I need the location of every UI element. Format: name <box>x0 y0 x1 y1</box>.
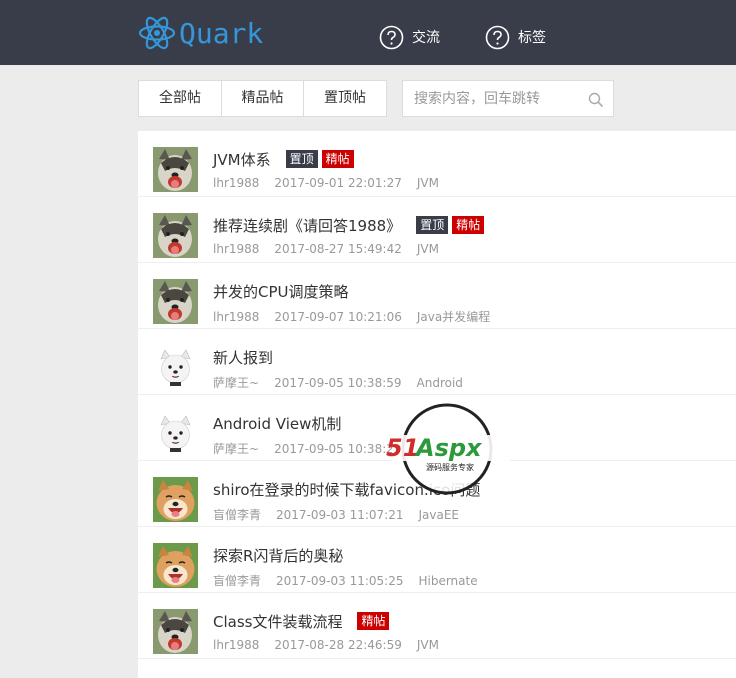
post-filter-tabs: 全部帖 精品帖 置顶帖 <box>138 80 387 117</box>
tab-all-posts[interactable]: 全部帖 <box>139 81 222 116</box>
nav-item-exchange[interactable]: 交流 <box>379 22 440 52</box>
tab-pinned-posts[interactable]: 置顶帖 <box>304 81 386 116</box>
post-author[interactable]: lhr1988 <box>213 242 259 256</box>
post-row[interactable]: 推荐连续剧《请回答1988》 置顶 精帖 lhr1988 2017-08-27 15:4… <box>138 197 736 263</box>
avatar[interactable] <box>153 609 198 654</box>
post-author[interactable]: 萨摩王~ <box>213 442 259 456</box>
post-list: JVM体系 置顶 精帖 lhr1988 2017-09-01 22:01:27 JVM 推荐… <box>138 131 736 678</box>
post-category[interactable]: JVM <box>417 638 439 652</box>
post-row[interactable]: 探索R闪背后的奥秘盲僧李青 2017-09-03 11:05:25 Hibernat… <box>138 527 736 593</box>
question-circle-icon <box>485 25 510 49</box>
post-row[interactable]: 新人报到萨摩王~ 2017-09-05 10:38:59 Android <box>138 329 736 395</box>
tab-featured-posts[interactable]: 精品帖 <box>222 81 304 116</box>
post-author[interactable]: lhr1988 <box>213 310 259 324</box>
post-meta: lhr1988 2017-08-28 22:46:59 JVM <box>213 638 454 652</box>
post-category[interactable]: Android <box>417 376 463 390</box>
post-title-line: Class文件装载流程 精帖 <box>213 610 390 632</box>
post-row[interactable]: Class文件装载流程 精帖 lhr1988 2017-08-28 22:46:59 J… <box>138 593 736 659</box>
post-meta: 盲僧李青 2017-09-03 11:07:21 JavaEE <box>213 506 474 523</box>
post-time: 2017-09-03 11:07:21 <box>276 508 404 522</box>
post-author[interactable]: 盲僧李青 <box>213 574 261 588</box>
post-title[interactable]: 推荐连续剧《请回答1988》 <box>213 215 401 236</box>
post-title-line: JVM体系 置顶 精帖 <box>213 148 354 170</box>
atom-icon <box>138 16 176 50</box>
post-title[interactable]: Android View机制 <box>213 413 341 434</box>
nav-item-tags[interactable]: 标签 <box>485 22 546 52</box>
post-title-line: 推荐连续剧《请回答1988》 置顶 精帖 <box>213 214 485 236</box>
post-row[interactable]: Android View机制萨摩王~ 2017-09-05 10:38:27 And… <box>138 395 736 461</box>
quark-logo[interactable]: Quark <box>137 12 263 54</box>
post-meta: lhr1988 2017-09-01 22:01:27 JVM <box>213 176 454 190</box>
avatar[interactable] <box>153 213 198 258</box>
featured-badge: 精帖 <box>452 216 485 234</box>
nav-label-tags: 标签 <box>518 30 546 46</box>
nav-label-exchange: 交流 <box>412 30 440 46</box>
post-author[interactable]: lhr1988 <box>213 176 259 190</box>
search-input[interactable] <box>403 81 583 116</box>
post-title-line: 并发的CPU调度策略 <box>213 280 349 302</box>
post-meta: 萨摩王~ 2017-09-05 10:38:27 Android <box>213 440 478 457</box>
top-header: Quark 交流 标签 <box>0 0 736 65</box>
post-title-line: Android View机制 <box>213 412 341 434</box>
post-title-line: 新人报到 <box>213 346 273 368</box>
post-author[interactable]: 盲僧李青 <box>213 508 261 522</box>
post-category[interactable]: Hibernate <box>418 574 477 588</box>
post-time: 2017-09-05 10:38:59 <box>274 376 402 390</box>
post-title[interactable]: JVM体系 <box>213 149 271 170</box>
post-title[interactable]: Class文件装载流程 <box>213 611 342 632</box>
post-category[interactable]: JVM <box>417 242 439 256</box>
post-category[interactable]: Java并发编程 <box>417 310 490 324</box>
post-title[interactable]: shiro在登录的时候下载favicon.ico问题 <box>213 479 480 500</box>
post-title-line: 探索R闪背后的奥秘 <box>213 544 343 566</box>
avatar[interactable] <box>153 411 198 456</box>
post-category[interactable]: JVM <box>417 176 439 190</box>
post-time: 2017-09-07 10:21:06 <box>274 310 402 324</box>
post-row[interactable]: shiro在登录的时候下载favicon.ico问题盲僧李青 2017-09-03… <box>138 461 736 527</box>
post-title[interactable]: 并发的CPU调度策略 <box>213 281 349 302</box>
featured-badge: 精帖 <box>321 150 354 168</box>
avatar[interactable] <box>153 147 198 192</box>
featured-badge: 精帖 <box>357 612 390 630</box>
post-title-line: shiro在登录的时候下载favicon.ico问题 <box>213 478 480 500</box>
post-time: 2017-08-27 15:49:42 <box>274 242 402 256</box>
post-meta: 盲僧李青 2017-09-03 11:05:25 Hibernate <box>213 572 493 589</box>
question-circle-icon <box>379 25 404 49</box>
avatar[interactable] <box>153 543 198 588</box>
post-meta: lhr1988 2017-08-27 15:49:42 JVM <box>213 242 454 256</box>
logo-text: Quark <box>179 16 264 50</box>
post-category[interactable]: Android <box>417 442 463 456</box>
post-author[interactable]: lhr1988 <box>213 638 259 652</box>
post-category[interactable]: JavaEE <box>418 508 459 522</box>
search-box <box>402 80 614 117</box>
post-time: 2017-08-28 22:46:59 <box>274 638 402 652</box>
post-title[interactable]: 探索R闪背后的奥秘 <box>213 545 343 566</box>
post-meta: lhr1988 2017-09-07 10:21:06 Java并发编程 <box>213 308 505 325</box>
avatar[interactable] <box>153 279 198 324</box>
post-time: 2017-09-01 22:01:27 <box>274 176 402 190</box>
post-row[interactable]: 并发的CPU调度策略 lhr1988 2017-09-07 10:21:06 Java… <box>138 263 736 329</box>
search-icon[interactable] <box>588 92 604 108</box>
post-row[interactable]: JVM体系 置顶 精帖 lhr1988 2017-09-01 22:01:27 JVM <box>138 131 736 197</box>
pinned-badge: 置顶 <box>416 216 449 234</box>
avatar[interactable] <box>153 345 198 390</box>
post-title[interactable]: 新人报到 <box>213 347 273 368</box>
post-time: 2017-09-05 10:38:27 <box>274 442 402 456</box>
post-meta: 萨摩王~ 2017-09-05 10:38:59 Android <box>213 374 478 391</box>
avatar[interactable] <box>153 477 198 522</box>
post-time: 2017-09-03 11:05:25 <box>276 574 404 588</box>
post-author[interactable]: 萨摩王~ <box>213 376 259 390</box>
pinned-badge: 置顶 <box>285 150 318 168</box>
